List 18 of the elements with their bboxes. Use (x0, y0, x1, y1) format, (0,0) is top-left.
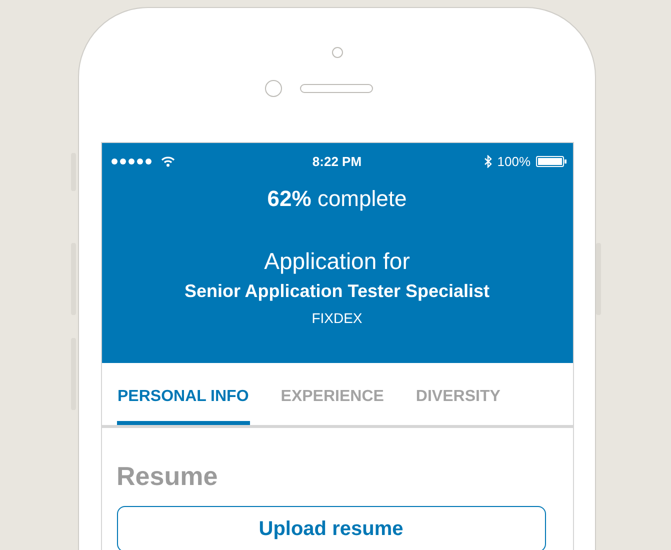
company-name: FIXDEX (312, 310, 362, 326)
upload-resume-button[interactable]: Upload resume (116, 506, 546, 550)
application-heading: Application for (264, 248, 410, 275)
wifi-icon (160, 156, 174, 166)
signal-icon (110, 158, 152, 164)
tab[interactable]: PERSONAL INFO (116, 388, 250, 425)
tab[interactable]: EXPERIENCE (280, 388, 385, 425)
camera-icon (332, 47, 342, 58)
progress-text: 62% complete (267, 186, 407, 212)
status-time: 8:22 PM (311, 154, 363, 168)
battery-percentage: 100% (497, 154, 530, 168)
speaker-icon (300, 84, 373, 93)
tab[interactable]: DIVERSITY (414, 388, 502, 425)
section-title: Resume (116, 461, 219, 492)
job-title: Senior Application Tester Specialist (184, 281, 490, 302)
battery-icon (536, 156, 566, 166)
bluetooth-icon (484, 154, 492, 168)
sensor-icon (265, 80, 282, 97)
